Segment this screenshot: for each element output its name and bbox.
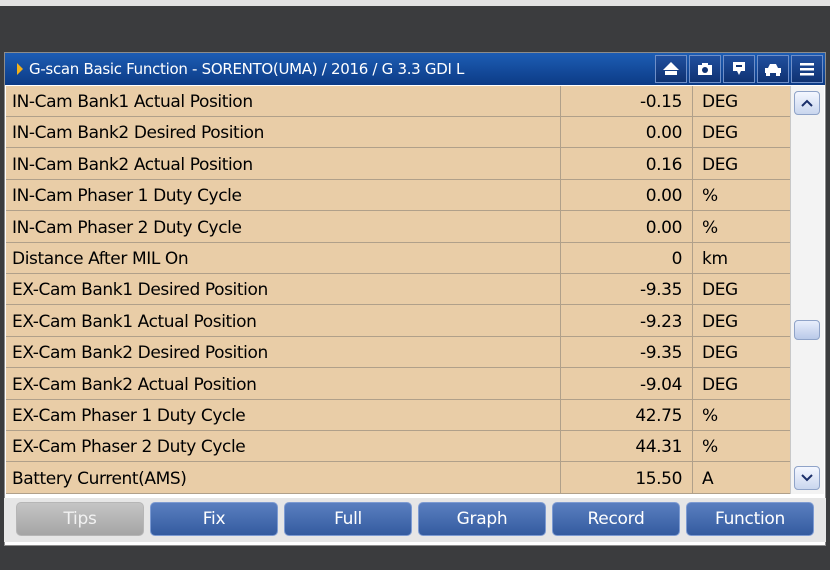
camera-icon[interactable] <box>689 55 721 83</box>
parameter-name: Battery Current(AMS) <box>12 468 187 489</box>
parameter-value: 44.31 <box>635 437 682 458</box>
parameter-value: 42.75 <box>635 406 682 426</box>
parameter-value: 0 <box>671 249 682 269</box>
parameter-name: IN-Cam Phaser 1 Duty Cycle <box>12 186 242 207</box>
function-button[interactable]: Function <box>686 502 814 536</box>
title-arrow-icon <box>17 63 23 75</box>
parameter-unit: DEG <box>702 374 738 395</box>
scroll-up-button[interactable] <box>794 91 820 115</box>
parameter-name: EX-Cam Bank1 Desired Position <box>12 280 268 301</box>
parameter-unit: DEG <box>702 343 738 364</box>
parameter-name: IN-Cam Bank2 Desired Position <box>12 123 265 144</box>
parameter-name: IN-Cam Phaser 2 Duty Cycle <box>12 217 242 238</box>
comment-icon[interactable] <box>723 55 755 83</box>
parameter-unit: A <box>702 468 714 489</box>
parameter-value: 0.00 <box>645 186 682 207</box>
table-row[interactable]: EX-Cam Bank1 Desired Position -9.35 DEG <box>6 274 790 306</box>
table-row[interactable]: IN-Cam Bank2 Actual Position 0.16 DEG <box>6 149 790 180</box>
parameter-unit: km <box>702 249 728 269</box>
table-row[interactable]: EX-Cam Bank2 Actual Position -9.04 DEG <box>6 369 790 400</box>
table-row[interactable]: IN-Cam Phaser 2 Duty Cycle 0.00% <box>6 212 790 243</box>
parameter-unit: % <box>702 217 718 238</box>
vertical-scrollbar[interactable] <box>790 86 824 494</box>
data-list: IN-Cam Bank1 Actual Position -0.15 DEG IN-C… <box>6 86 790 494</box>
parameter-name: Distance After MIL On <box>12 249 189 269</box>
parameter-value: 0.00 <box>645 123 682 144</box>
parameter-name: EX-Cam Bank2 Desired Position <box>12 343 268 364</box>
parameter-value: 15.50 <box>635 468 682 489</box>
scrollbar-thumb[interactable] <box>794 320 820 340</box>
record-button[interactable]: Record <box>552 502 680 536</box>
table-row[interactable]: IN-Cam Bank1 Actual Position -0.15 DEG <box>6 86 790 117</box>
scroll-down-button[interactable] <box>794 466 820 490</box>
parameter-value: -9.04 <box>640 374 682 395</box>
parameter-name: IN-Cam Bank1 Actual Position <box>12 92 253 112</box>
parameter-name: EX-Cam Bank1 Actual Position <box>12 311 257 332</box>
column-divider-value <box>560 86 561 494</box>
table-row[interactable]: EX-Cam Phaser 1 Duty Cycle 42.75% <box>6 400 790 431</box>
parameter-unit: DEG <box>702 311 738 332</box>
chevron-up-icon <box>801 99 813 107</box>
window-titlebar: G-scan Basic Function - SORENTO(UMA) / 2… <box>5 53 825 85</box>
parameter-value: -0.15 <box>640 92 682 112</box>
column-divider-unit <box>692 86 693 494</box>
parameter-value: -9.35 <box>640 280 682 301</box>
parameter-unit: DEG <box>702 154 738 175</box>
parameter-unit: % <box>702 406 718 426</box>
tips-button[interactable]: Tips <box>16 502 144 536</box>
parameter-unit: DEG <box>702 92 738 112</box>
parameter-value: 0.16 <box>645 154 682 175</box>
parameter-name: IN-Cam Bank2 Actual Position <box>12 154 253 175</box>
full-button[interactable]: Full <box>284 502 412 536</box>
parameter-unit: DEG <box>702 280 738 301</box>
parameter-value: -9.35 <box>640 343 682 364</box>
title-toolbar <box>655 55 823 83</box>
table-row[interactable]: IN-Cam Bank2 Desired Position 0.00 DEG <box>6 117 790 149</box>
menu-icon[interactable] <box>791 55 823 83</box>
graph-button[interactable]: Graph <box>418 502 546 536</box>
fix-button[interactable]: Fix <box>150 502 278 536</box>
parameter-unit: % <box>702 186 718 207</box>
parameter-unit: DEG <box>702 123 738 144</box>
home-icon[interactable] <box>655 55 687 83</box>
parameter-name: EX-Cam Bank2 Actual Position <box>12 374 257 395</box>
parameter-value: 0.00 <box>645 217 682 238</box>
table-row[interactable]: EX-Cam Bank2 Desired Position -9.35 DEG <box>6 337 790 369</box>
parameter-value: -9.23 <box>640 311 682 332</box>
parameter-name: EX-Cam Phaser 1 Duty Cycle <box>12 406 246 426</box>
table-row[interactable]: EX-Cam Phaser 2 Duty Cycle 44.31% <box>6 431 790 463</box>
parameter-name: EX-Cam Phaser 2 Duty Cycle <box>12 437 246 458</box>
table-row[interactable]: EX-Cam Bank1 Actual Position -9.23 DEG <box>6 306 790 337</box>
table-row[interactable]: Distance After MIL On 0 km <box>6 243 790 274</box>
table-row[interactable]: IN-Cam Phaser 1 Duty Cycle 0.00% <box>6 180 790 212</box>
table-row[interactable]: Battery Current(AMS) 15.50 A <box>6 463 790 494</box>
vehicle-icon[interactable] <box>757 55 789 83</box>
window-title: G-scan Basic Function - SORENTO(UMA) / 2… <box>29 60 465 78</box>
parameter-unit: % <box>702 437 718 458</box>
chevron-down-icon <box>801 474 813 482</box>
